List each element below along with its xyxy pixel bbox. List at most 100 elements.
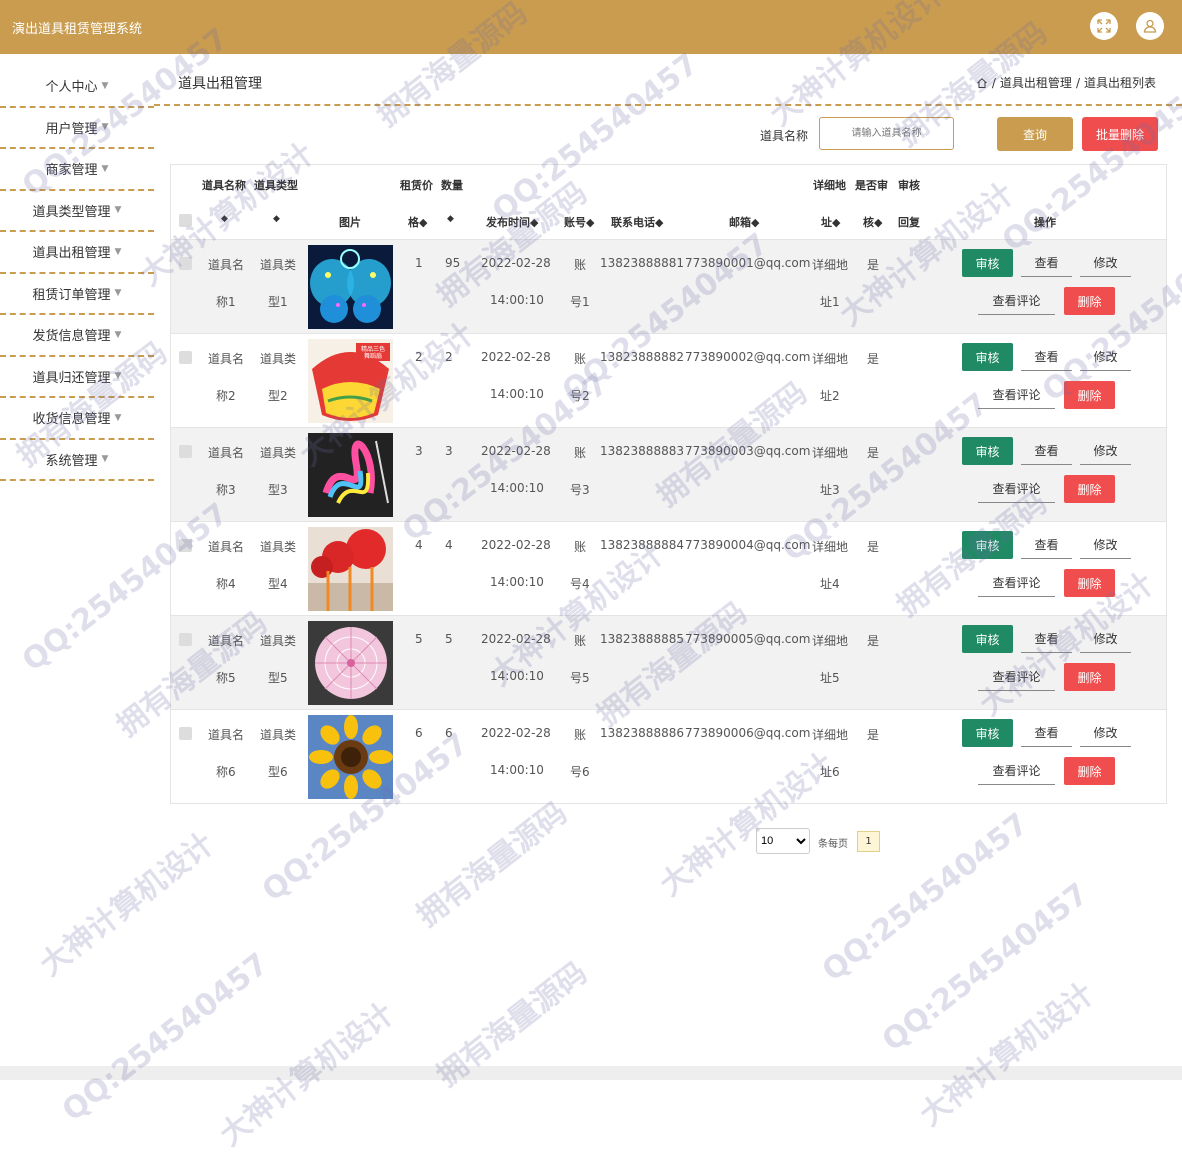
edit-button[interactable]: 修改 <box>1080 719 1131 747</box>
cell-address-cont: 址6 <box>820 765 840 779</box>
sidebar-item[interactable]: 租赁订单管理 ▼ <box>0 274 154 315</box>
cell-account: 账 <box>574 446 587 460</box>
sidebar-item-label: 道具出租管理 <box>32 246 111 262</box>
audit-button[interactable]: 审核 <box>962 719 1013 747</box>
sort-type[interactable]: ◆ <box>273 214 280 224</box>
cell-audited: 是 <box>867 634 880 648</box>
cell-address: 详细地 <box>812 258 849 272</box>
select-all-checkbox[interactable] <box>179 214 192 227</box>
delete-button[interactable]: 删除 <box>1064 663 1115 691</box>
row-checkbox[interactable] <box>179 633 192 646</box>
edit-button[interactable]: 修改 <box>1080 343 1131 371</box>
chevron-down-icon: ▼ <box>114 288 122 299</box>
sidebar: 个人中心 ▼ 用户管理 ▼ 商家管理 ▼ 道具类型管理 ▼ 道具出租管理 ▼ 租赁订单管理 ▼ 发货信息… <box>0 66 154 481</box>
view-comments-button[interactable]: 查看评论 <box>978 475 1055 503</box>
edit-button[interactable]: 修改 <box>1080 437 1131 465</box>
user-menu-button[interactable] <box>1136 12 1164 40</box>
page-title: 道具出租管理 <box>178 76 262 92</box>
sort-address[interactable]: 址◆ <box>821 214 840 230</box>
delete-button[interactable]: 删除 <box>1064 475 1115 503</box>
cell-name-cont: 称1 <box>216 295 236 309</box>
search-label: 道具名称 <box>760 129 809 143</box>
edit-button[interactable]: 修改 <box>1080 531 1131 559</box>
cell-date: 2022-02-28 <box>481 350 551 364</box>
table-row: 道具名 称2 道具类 型2 精品三色 舞蹈扇 2 2 2022-02-28 14:… <box>171 334 1166 428</box>
sidebar-item[interactable]: 收货信息管理 ▼ <box>0 398 154 440</box>
sidebar-item[interactable]: 系统管理 ▼ <box>0 440 154 481</box>
sort-price[interactable]: 格◆ <box>408 214 427 230</box>
view-button[interactable]: 查看 <box>1021 437 1072 465</box>
view-comments-button[interactable]: 查看评论 <box>978 663 1055 691</box>
view-comments-button[interactable]: 查看评论 <box>978 569 1055 597</box>
cell-time: 14:00:10 <box>490 669 544 683</box>
search-input[interactable] <box>819 117 954 150</box>
fullscreen-button[interactable] <box>1090 12 1118 40</box>
rental-table: 道具名称 道具类型 租赁价 数量 详细地 是否审 审核 ◆ ◆ 图片 格◆ ◆ … <box>170 164 1167 804</box>
sidebar-item-label: 道具类型管理 <box>32 204 111 220</box>
cell-account: 账 <box>574 540 587 554</box>
audit-button[interactable]: 审核 <box>962 249 1013 277</box>
row-checkbox[interactable] <box>179 539 192 552</box>
sort-email[interactable]: 邮箱◆ <box>729 214 759 230</box>
view-button[interactable]: 查看 <box>1021 531 1072 559</box>
sidebar-item[interactable]: 道具类型管理 ▼ <box>0 191 154 232</box>
row-checkbox[interactable] <box>179 257 192 270</box>
query-button[interactable]: 查询 <box>997 117 1073 151</box>
table-row: 道具名 称6 道具类 型6 6 6 2022-02-28 14:00:10 账 … <box>171 710 1166 804</box>
delete-button[interactable]: 删除 <box>1064 287 1115 315</box>
audit-button[interactable]: 审核 <box>962 531 1013 559</box>
cell-account: 账 <box>574 258 587 272</box>
cell-account: 账 <box>574 634 587 648</box>
row-checkbox[interactable] <box>179 727 192 740</box>
delete-button[interactable]: 删除 <box>1064 569 1115 597</box>
view-comments-button[interactable]: 查看评论 <box>978 287 1055 315</box>
view-button[interactable]: 查看 <box>1021 343 1072 371</box>
edit-button[interactable]: 修改 <box>1080 625 1131 653</box>
delete-button[interactable]: 删除 <box>1064 757 1115 785</box>
view-comments-button[interactable]: 查看评论 <box>978 757 1055 785</box>
cell-email: 773890002@qq.com <box>685 350 811 364</box>
batch-delete-button[interactable]: 批量删除 <box>1082 117 1158 151</box>
audit-button[interactable]: 审核 <box>962 343 1013 371</box>
watermark: QQ:254540457 <box>55 946 276 1129</box>
view-button[interactable]: 查看 <box>1021 719 1072 747</box>
sidebar-item[interactable]: 道具出租管理 ▼ <box>0 232 154 274</box>
sort-name[interactable]: ◆ <box>221 214 228 224</box>
cell-audited: 是 <box>867 352 880 366</box>
sort-qty[interactable]: ◆ <box>447 214 454 224</box>
sort-time[interactable]: 发布时间◆ <box>486 214 538 230</box>
page-number-current[interactable]: 1 <box>857 831 880 852</box>
sidebar-item[interactable]: 商家管理 ▼ <box>0 149 154 191</box>
view-comments-button[interactable]: 查看评论 <box>978 381 1055 409</box>
cell-time: 14:00:10 <box>490 387 544 401</box>
breadcrumb-module[interactable]: 道具出租管理 <box>1000 74 1072 91</box>
home-icon[interactable] <box>976 77 988 89</box>
row-checkbox[interactable] <box>179 351 192 364</box>
cell-address: 详细地 <box>812 728 849 742</box>
cell-type-cont: 型1 <box>268 295 288 309</box>
cell-date: 2022-02-28 <box>481 444 551 458</box>
sort-phone[interactable]: 联系电话◆ <box>611 214 663 230</box>
sort-account[interactable]: 账号◆ <box>564 214 594 230</box>
view-button[interactable]: 查看 <box>1021 625 1072 653</box>
content-divider <box>154 104 1182 106</box>
audit-button[interactable]: 审核 <box>962 625 1013 653</box>
cell-qty: 5 <box>445 632 453 646</box>
page-size-select[interactable]: 10 <box>756 828 810 854</box>
cell-type: 道具类 <box>260 540 297 554</box>
sidebar-item[interactable]: 发货信息管理 ▼ <box>0 315 154 357</box>
delete-button[interactable]: 删除 <box>1064 381 1115 409</box>
sidebar-item[interactable]: 用户管理 ▼ <box>0 108 154 149</box>
breadcrumb-separator: / <box>1075 75 1080 90</box>
sort-audit[interactable]: 核◆ <box>863 214 882 230</box>
sidebar-item[interactable]: 个人中心 ▼ <box>0 66 154 108</box>
row-checkbox[interactable] <box>179 445 192 458</box>
sidebar-item[interactable]: 道具归还管理 ▼ <box>0 357 154 398</box>
cell-name-cont: 称5 <box>216 671 236 685</box>
audit-button[interactable]: 审核 <box>962 437 1013 465</box>
cell-date: 2022-02-28 <box>481 726 551 740</box>
edit-button[interactable]: 修改 <box>1080 249 1131 277</box>
view-button[interactable]: 查看 <box>1021 249 1072 277</box>
cell-time: 14:00:10 <box>490 481 544 495</box>
watermark: 大神计算机设计 <box>913 976 1101 1134</box>
